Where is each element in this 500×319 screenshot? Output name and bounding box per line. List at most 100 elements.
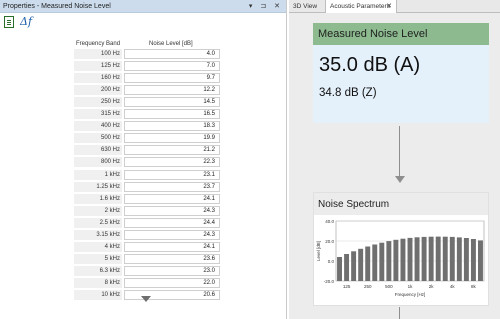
- table-row: 100 Hz 4.0: [74, 49, 220, 60]
- x-tick-label: 4k: [450, 284, 456, 289]
- spectrum-bar: [393, 239, 399, 281]
- x-tick-label: 1k: [408, 284, 414, 289]
- level-dbz-value: 34.8 dB (Z): [319, 87, 377, 99]
- noise-level-field[interactable]: 24.1: [124, 193, 220, 204]
- frequency-band-label: 800 Hz: [74, 157, 122, 168]
- frequency-band-label: 4 kHz: [74, 241, 122, 252]
- frequency-band-label: 100 Hz: [74, 49, 122, 59]
- table-row: 500 Hz 19.9: [74, 133, 220, 144]
- close-icon[interactable]: ✕: [386, 0, 392, 13]
- panel-title: Properties - Measured Noise Level: [3, 3, 111, 10]
- table-row: 1.25 kHz 23.7: [74, 181, 220, 193]
- connector-line: [399, 307, 400, 319]
- spectrum-bar: [470, 239, 476, 281]
- tab-acoustic-parameters[interactable]: Acoustic Parameters ✕: [325, 0, 397, 13]
- spectrum-bar: [365, 246, 371, 281]
- panel-toolbar: Δf: [4, 15, 64, 32]
- table-row: 4 kHz 24.1: [74, 241, 220, 253]
- noise-level-field[interactable]: 24.3: [124, 205, 220, 216]
- frequency-band-label: 3.15 kHz: [74, 229, 122, 240]
- spectrum-bar: [428, 236, 434, 281]
- spectrum-bar: [358, 248, 364, 281]
- spectrum-bar: [386, 241, 392, 281]
- connector-line: [399, 126, 400, 178]
- table-row: 200 Hz 12.2: [74, 85, 220, 96]
- frequency-band-label: 630 Hz: [74, 145, 122, 156]
- table-row: 8 kHz 22.0: [74, 277, 220, 289]
- noise-level-field[interactable]: 4.0: [124, 49, 220, 59]
- tab-3d-view[interactable]: 3D View: [289, 0, 321, 13]
- noise-spectrum-card[interactable]: Noise Spectrum 40.0 20.0 0.0 -20.0 125 250 500…: [313, 192, 489, 306]
- table-row: 125 Hz 7.0: [74, 61, 220, 72]
- noise-level-field[interactable]: 19.9: [124, 133, 220, 144]
- delta-f-button[interactable]: Δf: [20, 15, 32, 28]
- frequency-band-label: 1.6 kHz: [74, 193, 122, 204]
- table-row: 2.5 kHz 24.4: [74, 217, 220, 229]
- noise-level-field[interactable]: 21.2: [124, 145, 220, 156]
- spectrum-bar: [337, 257, 342, 281]
- noise-level-field[interactable]: 22.3: [124, 157, 220, 168]
- frequency-band-label: 2.5 kHz: [74, 217, 122, 228]
- noise-level-field[interactable]: 24.4: [124, 217, 220, 228]
- noise-level-field[interactable]: 12.2: [124, 85, 220, 96]
- table-row: 630 Hz 21.2: [74, 145, 220, 156]
- flow-canvas: Measured Noise Level 35.0 dB (A) 34.8 dB…: [289, 13, 500, 319]
- spectrum-bar: [414, 237, 420, 281]
- frequency-band-label: 250 Hz: [74, 97, 122, 108]
- document-icon[interactable]: [4, 16, 14, 28]
- card-title: Measured Noise Level: [313, 23, 489, 45]
- frequency-band-label: 1 kHz: [74, 169, 122, 180]
- x-tick-label: 500: [385, 284, 393, 289]
- y-tick-label: -20.0: [324, 279, 335, 284]
- connector-arrow-icon: [395, 176, 405, 183]
- frequency-band-label: 10 kHz: [74, 290, 122, 300]
- spectrum-bar: [449, 236, 455, 281]
- table-row: 5 kHz 23.6: [74, 253, 220, 265]
- noise-level-field[interactable]: 23.6: [124, 253, 220, 264]
- noise-level-field[interactable]: 23.7: [124, 181, 220, 192]
- noise-level-field[interactable]: 9.7: [124, 73, 220, 84]
- table-row: 800 Hz 22.3: [74, 157, 220, 168]
- spectrum-bar: [351, 251, 357, 281]
- spectrum-bar: [407, 237, 413, 281]
- table-row: 160 Hz 9.7: [74, 73, 220, 84]
- card-title: Noise Spectrum: [314, 193, 488, 215]
- table-row: 400 Hz 18.3: [74, 121, 220, 132]
- y-tick-label: 20.0: [325, 239, 334, 244]
- spectrum-bar: [435, 236, 441, 281]
- table-row: 1 kHz 23.1: [74, 169, 220, 181]
- noise-level-field[interactable]: 24.3: [124, 229, 220, 240]
- table-row: 315 Hz 16.5: [74, 109, 220, 120]
- scroll-down-arrow-icon[interactable]: [141, 296, 151, 302]
- noise-level-field[interactable]: 22.0: [124, 277, 220, 288]
- noise-level-field[interactable]: 23.0: [124, 265, 220, 276]
- spectrum-bar: [456, 237, 462, 281]
- noise-level-field[interactable]: 20.6: [124, 290, 220, 300]
- table-row: 1.6 kHz 24.1: [74, 193, 220, 205]
- spectrum-bar: [442, 236, 448, 281]
- spectrum-bar: [344, 254, 350, 281]
- frequency-band-label: 125 Hz: [74, 61, 122, 72]
- noise-level-field[interactable]: 16.5: [124, 109, 220, 120]
- frequency-band-label: 5 kHz: [74, 253, 122, 264]
- noise-level-field[interactable]: 14.5: [124, 97, 220, 108]
- column-header-frequency-band: Frequency Band: [76, 41, 121, 47]
- x-tick-label: 2k: [429, 284, 435, 289]
- noise-level-field[interactable]: 24.1: [124, 241, 220, 252]
- noise-level-field[interactable]: 18.3: [124, 121, 220, 132]
- noise-level-field[interactable]: 7.0: [124, 61, 220, 72]
- frequency-band-label: 500 Hz: [74, 133, 122, 144]
- frequency-band-label: 160 Hz: [74, 73, 122, 84]
- noise-level-field[interactable]: 23.1: [124, 169, 220, 180]
- x-tick-label: 8k: [471, 284, 477, 289]
- frequency-band-label: 400 Hz: [74, 121, 122, 132]
- spectrum-bar: [463, 238, 469, 281]
- spectrum-bar: [372, 244, 378, 281]
- panel-window-controls[interactable]: ▾ ⊐ ✕: [249, 0, 283, 13]
- y-tick-label: 0.0: [328, 259, 335, 264]
- measured-noise-level-card[interactable]: Measured Noise Level 35.0 dB (A) 34.8 dB…: [313, 23, 489, 123]
- spectrum-bar: [478, 240, 483, 281]
- frequency-band-label: 6.3 kHz: [74, 265, 122, 276]
- level-dba-value: 35.0 dB (A): [319, 54, 421, 76]
- spectrum-bar: [421, 236, 427, 281]
